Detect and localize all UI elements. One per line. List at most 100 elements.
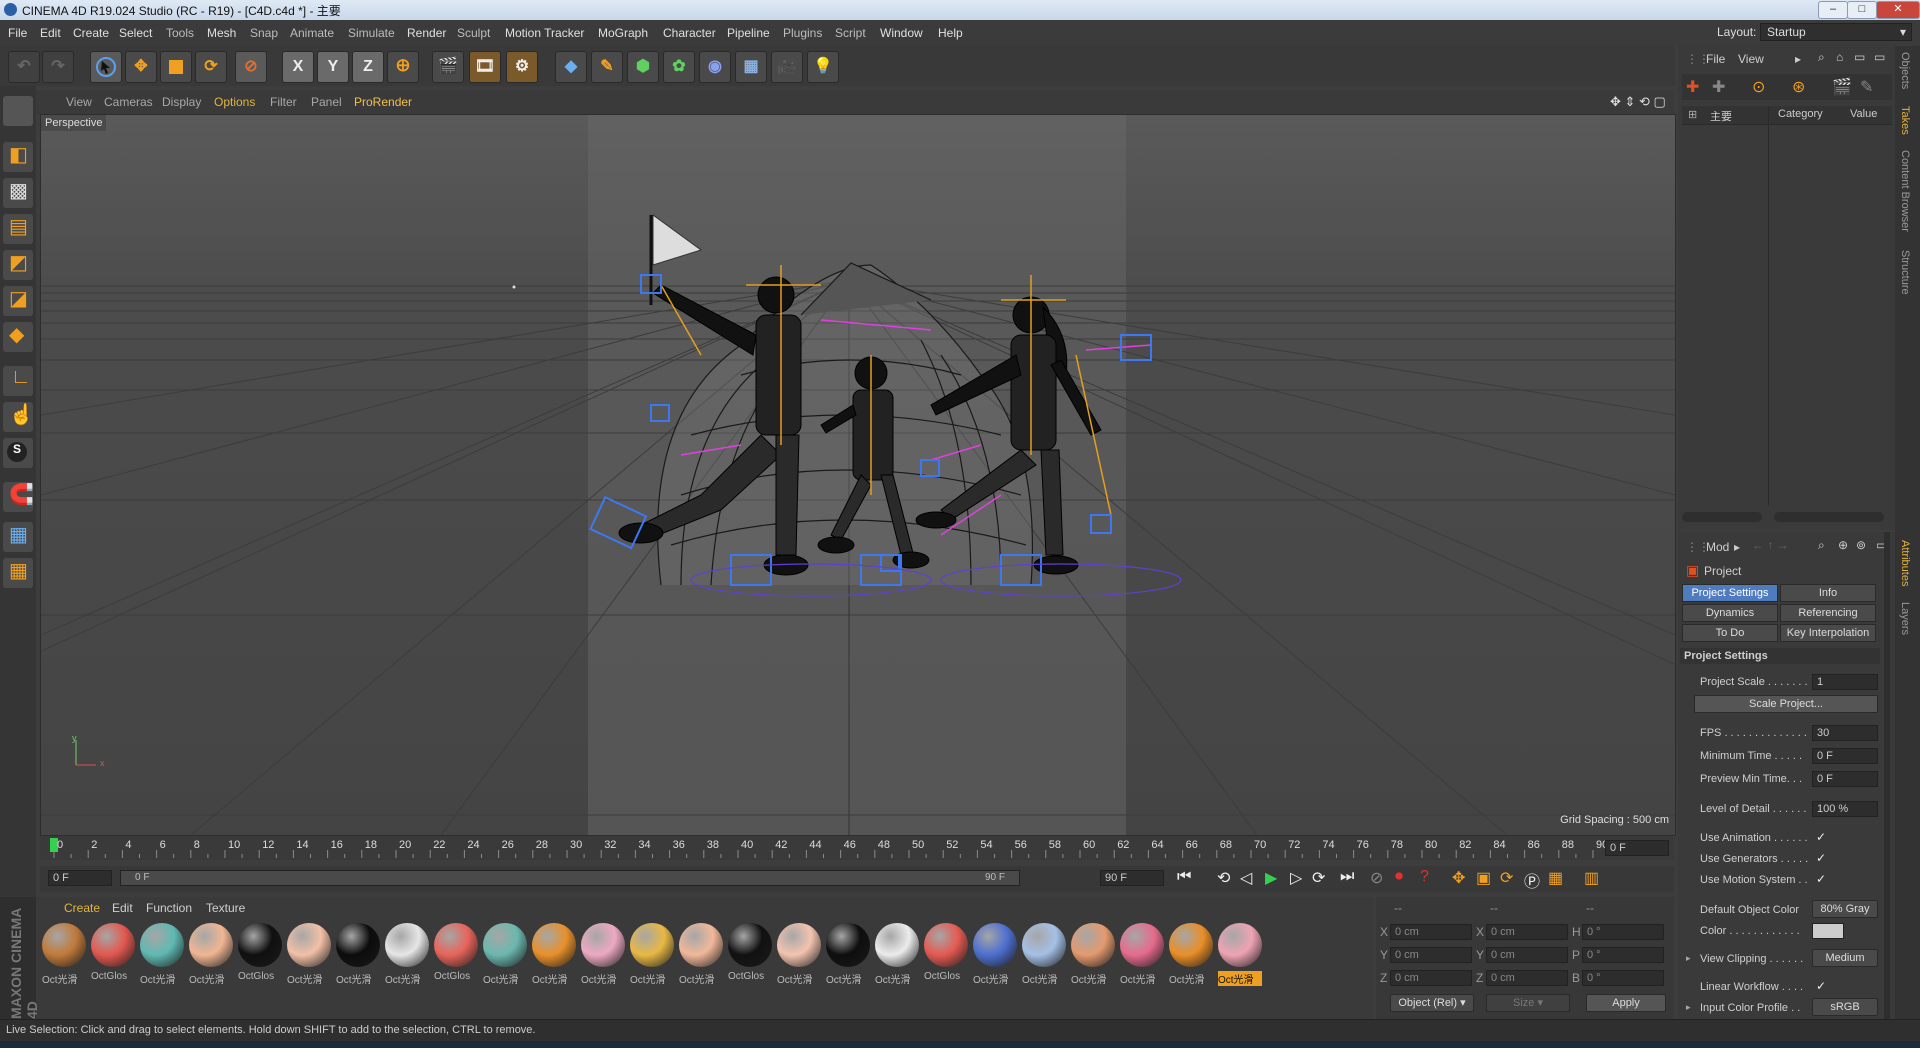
points-mode-icon[interactable]: ◩ — [3, 250, 33, 280]
menu-animate[interactable]: Animate — [290, 26, 334, 40]
fps-field[interactable]: 30 — [1812, 725, 1878, 741]
tab-referencing[interactable]: Referencing — [1780, 604, 1876, 622]
scale-project-button[interactable]: Scale Project... — [1694, 695, 1878, 713]
tweak-mode-icon[interactable]: ☝ — [3, 402, 34, 432]
material-label[interactable]: Oct光滑 — [1022, 971, 1066, 986]
size-x-field[interactable]: 0 cm — [1486, 924, 1568, 940]
take-override-icon[interactable]: ⊙ — [1752, 77, 1765, 97]
viewport-menu-display[interactable]: Display — [162, 95, 201, 109]
menu-more-icon[interactable]: ▸ — [1795, 52, 1801, 66]
rotation-b-field[interactable]: 0 ° — [1582, 970, 1664, 986]
previous-key-icon[interactable]: ⟲ — [1217, 868, 1230, 888]
material-label[interactable]: Oct光滑 — [532, 971, 576, 986]
material-label[interactable]: Oct光滑 — [385, 971, 429, 986]
workplane-mode-icon[interactable]: ▤ — [3, 214, 33, 244]
new-window-icon[interactable]: ▭ — [1854, 50, 1865, 64]
autokey-icon[interactable]: ? — [1420, 868, 1429, 886]
menu-help[interactable]: Help — [938, 26, 963, 40]
viewport-menu-view[interactable]: View — [66, 95, 92, 109]
next-key-icon[interactable]: ⟳ — [1312, 868, 1325, 888]
material-menu-function[interactable]: Function — [146, 901, 192, 915]
menu-snap[interactable]: Snap — [250, 26, 278, 40]
menu-sculpt[interactable]: Sculpt — [457, 26, 490, 40]
material-label[interactable]: Oct光滑 — [287, 971, 331, 986]
material-swatch[interactable] — [189, 923, 233, 967]
menu-motion-tracker[interactable]: Motion Tracker — [505, 26, 584, 40]
position-z-field[interactable]: 0 cm — [1390, 970, 1472, 986]
menu-render[interactable]: Render — [407, 26, 446, 40]
world-coordinates-icon[interactable]: 🜨 — [387, 51, 419, 83]
recent-tool-icon[interactable]: ⊘ — [235, 51, 267, 83]
take-auto-icon[interactable]: ⊛ — [1792, 77, 1805, 97]
layout-dropdown[interactable]: Startup ▾ — [1760, 23, 1912, 41]
render-picture-viewer-icon[interactable]: 🎞 — [469, 51, 501, 83]
menu-create[interactable]: Create — [73, 26, 109, 40]
material-label[interactable]: Oct光滑 — [679, 971, 723, 986]
material-swatch[interactable] — [483, 923, 527, 967]
side-tab-content-browser[interactable]: Content Browser — [1899, 150, 1911, 232]
material-swatch[interactable] — [973, 923, 1017, 967]
view-clipping-dropdown[interactable]: Medium — [1812, 949, 1878, 967]
key-pla-icon[interactable]: ▦ — [1548, 868, 1563, 888]
tab-info[interactable]: Info — [1780, 584, 1876, 602]
attribute-mode-menu[interactable]: Mod — [1706, 540, 1729, 554]
material-label[interactable]: OctGlos — [924, 971, 968, 982]
material-swatch[interactable] — [630, 923, 674, 967]
menu-file[interactable]: File — [8, 26, 27, 40]
settings-icon[interactable]: ⊚ — [1856, 538, 1866, 552]
material-label[interactable]: Oct光滑 — [336, 971, 380, 986]
render-view-icon[interactable]: 🎬 — [432, 51, 464, 83]
side-tab-layers[interactable]: Layers — [1899, 602, 1911, 635]
cloner-icon[interactable]: ✿ — [663, 51, 695, 83]
play-icon[interactable]: ▶ — [1265, 868, 1277, 888]
add-take-icon[interactable]: ✚ — [1686, 77, 1699, 97]
material-swatch[interactable] — [336, 923, 380, 967]
menu-mesh[interactable]: Mesh — [207, 26, 236, 40]
key-rotation-icon[interactable]: ⟳ — [1500, 868, 1513, 888]
key-parameter-icon[interactable]: Ⓟ — [1524, 868, 1540, 892]
viewport-menu-panel[interactable]: Panel — [311, 95, 342, 109]
next-frame-icon[interactable]: ▷ — [1290, 868, 1302, 888]
menu-plugins[interactable]: Plugins — [783, 26, 822, 40]
take-render-icon[interactable]: 🎬 — [1832, 77, 1852, 97]
cube-object-icon[interactable]: ◆ — [555, 51, 587, 83]
rotation-p-field[interactable]: 0 ° — [1582, 947, 1664, 963]
menu-more-icon[interactable]: ▸ — [1734, 540, 1740, 554]
scale-tool-icon[interactable] — [160, 51, 192, 83]
texture-mode-icon[interactable]: ▩ — [3, 178, 33, 208]
material-label[interactable]: Oct光滑 — [483, 971, 527, 986]
preview-min-time-field[interactable]: 0 F — [1812, 771, 1878, 787]
position-x-field[interactable]: 0 cm — [1390, 924, 1472, 940]
menu-character[interactable]: Character — [663, 26, 716, 40]
search-icon[interactable]: ⌕ — [1818, 50, 1825, 65]
move-tool-icon[interactable]: ✥ — [125, 51, 157, 83]
material-menu-texture[interactable]: Texture — [206, 901, 245, 915]
horizontal-scrollbar-left[interactable] — [1682, 512, 1762, 522]
material-label[interactable]: OctGlos — [238, 971, 282, 982]
material-swatch[interactable] — [777, 923, 821, 967]
side-tab-takes[interactable]: Takes — [1899, 106, 1911, 135]
search-icon[interactable]: ⌕ — [1818, 538, 1825, 553]
x-axis-lock-button[interactable]: X — [282, 51, 314, 83]
solo-icon[interactable]: S — [3, 438, 33, 468]
menu-script[interactable]: Script — [835, 26, 866, 40]
material-menu-create[interactable]: Create — [64, 901, 100, 915]
perspective-viewport[interactable]: Perspective y x Grid Spacing : 500 cm — [40, 114, 1676, 836]
live-selection-tool-icon[interactable] — [90, 51, 122, 83]
material-swatch[interactable] — [1218, 923, 1262, 967]
edges-mode-icon[interactable]: ◪ — [3, 286, 33, 316]
apply-button[interactable]: Apply — [1586, 994, 1666, 1012]
start-frame-field[interactable]: 0 F — [48, 870, 112, 886]
object-menu-file[interactable]: File — [1706, 52, 1725, 66]
rotation-h-field[interactable]: 0 ° — [1582, 924, 1664, 940]
material-swatch[interactable] — [728, 923, 772, 967]
polygons-mode-icon[interactable]: ◆ — [3, 322, 33, 352]
tab-to-do[interactable]: To Do — [1682, 624, 1778, 642]
lock-workplane-icon[interactable]: ▦ — [3, 522, 33, 552]
model-mode-icon[interactable]: ◧ — [3, 142, 33, 172]
material-swatch[interactable] — [1071, 923, 1115, 967]
material-swatch[interactable] — [385, 923, 429, 967]
render-settings-icon[interactable]: ⚙ — [506, 51, 538, 83]
viewport-menu-filter[interactable]: Filter — [270, 95, 297, 109]
material-swatch[interactable] — [140, 923, 184, 967]
